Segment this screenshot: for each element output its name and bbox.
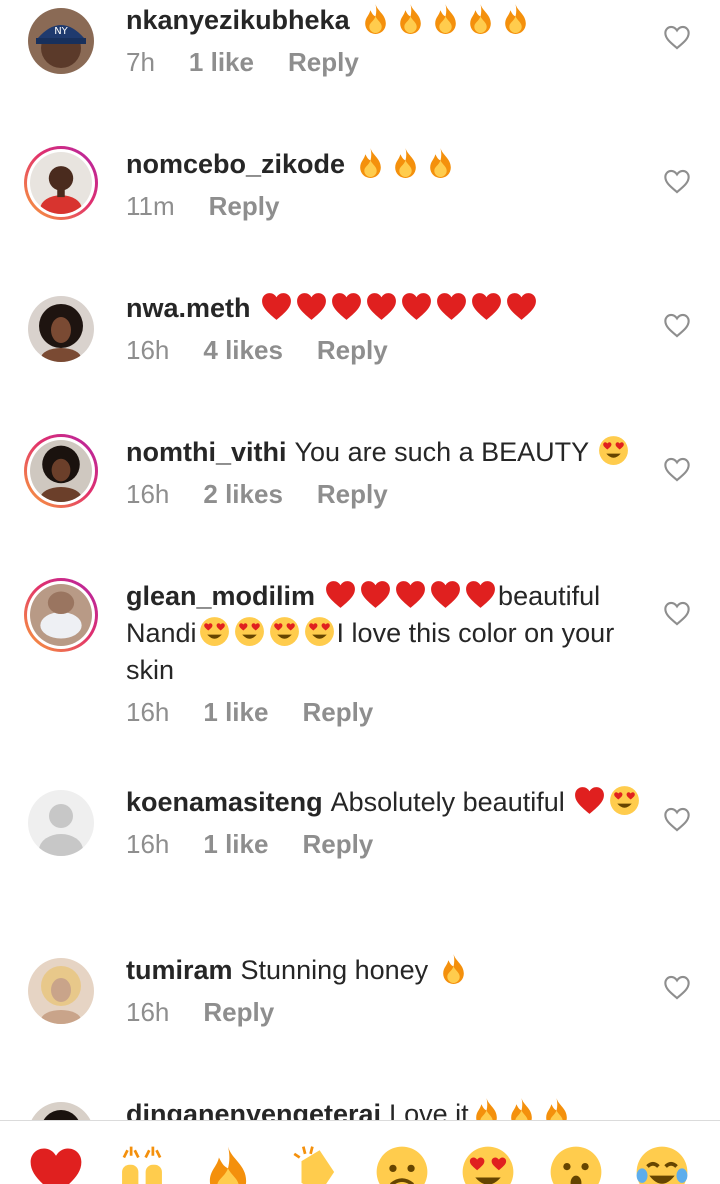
fire-emoji bbox=[540, 1096, 573, 1120]
comments-list: NY nkanyezikubheka 7h 1 like Reply nomcebo… bbox=[0, 0, 720, 1120]
heart-outline-icon[interactable] bbox=[663, 974, 691, 1000]
avatar[interactable]: NY bbox=[24, 4, 98, 78]
comment-time: 16h bbox=[126, 697, 170, 727]
raising-hands-icon[interactable] bbox=[113, 1143, 171, 1184]
heart-eyes-emoji bbox=[233, 615, 266, 648]
heart-outline-icon[interactable] bbox=[663, 24, 691, 50]
heart-eyes-icon[interactable] bbox=[459, 1143, 517, 1184]
red-heart-emoji bbox=[330, 290, 363, 323]
avatar-story-ring[interactable] bbox=[24, 578, 98, 652]
reply-button[interactable]: Reply bbox=[317, 479, 388, 510]
clapping-hands-icon[interactable] bbox=[287, 1143, 345, 1184]
fire-emoji bbox=[505, 1096, 538, 1120]
red-heart-emoji bbox=[400, 290, 433, 323]
fire-emoji bbox=[394, 2, 427, 35]
reply-button[interactable]: Reply bbox=[302, 829, 373, 860]
avatar[interactable] bbox=[24, 1098, 98, 1120]
comment-username[interactable]: glean_modilim bbox=[126, 581, 315, 611]
fire-emoji bbox=[354, 146, 387, 179]
reply-button[interactable]: Reply bbox=[209, 191, 280, 222]
heart-eyes-emoji bbox=[608, 784, 641, 817]
comment-username[interactable]: nkanyezikubheka bbox=[126, 5, 350, 35]
fire-icon[interactable] bbox=[199, 1143, 257, 1184]
fire-emoji bbox=[424, 146, 457, 179]
comment-text: Stunning honey bbox=[240, 955, 429, 985]
fire-emoji bbox=[389, 146, 422, 179]
avatar-story-ring[interactable] bbox=[24, 146, 98, 220]
reply-button[interactable]: Reply bbox=[317, 335, 388, 366]
avatar[interactable] bbox=[24, 954, 98, 1028]
comment-time: 16h bbox=[126, 997, 170, 1027]
fire-emoji bbox=[437, 952, 470, 985]
fire-emoji bbox=[470, 1096, 503, 1120]
comment-time: 7h bbox=[126, 47, 155, 77]
red-heart-emoji bbox=[505, 290, 538, 323]
comment-likes[interactable]: 1 like bbox=[203, 697, 268, 728]
comment-username[interactable]: nomcebo_zikode bbox=[126, 149, 345, 179]
comment-username[interactable]: nwa.meth bbox=[126, 293, 251, 323]
heart-outline-icon[interactable] bbox=[663, 312, 691, 338]
comment-likes[interactable]: 2 likes bbox=[203, 479, 283, 510]
red-heart-icon[interactable] bbox=[27, 1143, 85, 1184]
avatar-story-ring[interactable] bbox=[24, 434, 98, 508]
comment-likes[interactable]: 1 like bbox=[189, 47, 254, 78]
red-heart-emoji bbox=[359, 578, 392, 611]
red-heart-emoji bbox=[464, 578, 497, 611]
reply-button[interactable]: Reply bbox=[203, 997, 274, 1028]
heart-eyes-emoji bbox=[597, 434, 630, 467]
red-heart-emoji bbox=[324, 578, 357, 611]
comment-username[interactable]: dinganenyengeterai bbox=[126, 1099, 381, 1120]
avatar[interactable] bbox=[24, 786, 98, 860]
comment-username[interactable]: tumiram bbox=[126, 955, 233, 985]
avatar[interactable] bbox=[24, 292, 98, 366]
heart-outline-icon[interactable] bbox=[663, 168, 691, 194]
comment-likes[interactable]: 1 like bbox=[203, 829, 268, 860]
comment-username[interactable]: koenamasiteng bbox=[126, 787, 323, 817]
reply-button[interactable]: Reply bbox=[302, 697, 373, 728]
comment-username[interactable]: nomthi_vithi bbox=[126, 437, 287, 467]
comment-time: 11m bbox=[126, 191, 175, 221]
heart-outline-icon[interactable] bbox=[663, 806, 691, 832]
svg-text:NY: NY bbox=[54, 26, 68, 37]
red-heart-emoji bbox=[429, 578, 462, 611]
red-heart-emoji bbox=[260, 290, 293, 323]
sad-face-icon[interactable] bbox=[373, 1143, 431, 1184]
heart-outline-icon[interactable] bbox=[663, 600, 691, 626]
red-heart-emoji bbox=[394, 578, 427, 611]
heart-eyes-emoji bbox=[268, 615, 301, 648]
comment-time: 16h bbox=[126, 479, 170, 509]
fire-emoji bbox=[499, 2, 532, 35]
red-heart-emoji bbox=[470, 290, 503, 323]
tears-of-joy-icon[interactable] bbox=[633, 1143, 691, 1184]
heart-outline-icon[interactable] bbox=[663, 456, 691, 482]
comment-time: 16h bbox=[126, 829, 170, 859]
fire-emoji bbox=[429, 2, 462, 35]
comment-time: 16h bbox=[126, 335, 170, 365]
fire-emoji bbox=[359, 2, 392, 35]
red-heart-emoji bbox=[573, 784, 606, 817]
comment-likes[interactable]: 4 likes bbox=[203, 335, 283, 366]
fire-emoji bbox=[464, 2, 497, 35]
surprised-face-icon[interactable] bbox=[547, 1143, 605, 1184]
comment-text: Love it bbox=[389, 1099, 469, 1120]
heart-eyes-emoji bbox=[198, 615, 231, 648]
red-heart-emoji bbox=[435, 290, 468, 323]
comment-text: Absolutely beautiful bbox=[330, 787, 565, 817]
quick-reactions-bar bbox=[0, 1120, 720, 1184]
heart-eyes-emoji bbox=[303, 615, 336, 648]
red-heart-emoji bbox=[365, 290, 398, 323]
reply-button[interactable]: Reply bbox=[288, 47, 359, 78]
red-heart-emoji bbox=[295, 290, 328, 323]
comment-text: You are such a BEAUTY bbox=[294, 437, 589, 467]
